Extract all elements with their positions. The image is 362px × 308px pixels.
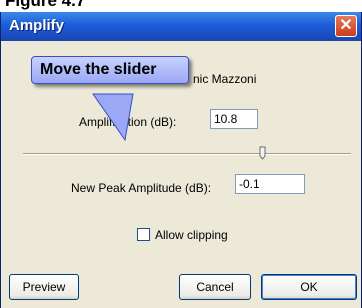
amplify-dialog: Amplify ✕ nic Mazzoni Amplification (dB)… bbox=[0, 12, 362, 308]
callout-bubble: Move the slider bbox=[31, 56, 189, 84]
figure-caption: Figure 4.7 bbox=[5, 0, 86, 10]
